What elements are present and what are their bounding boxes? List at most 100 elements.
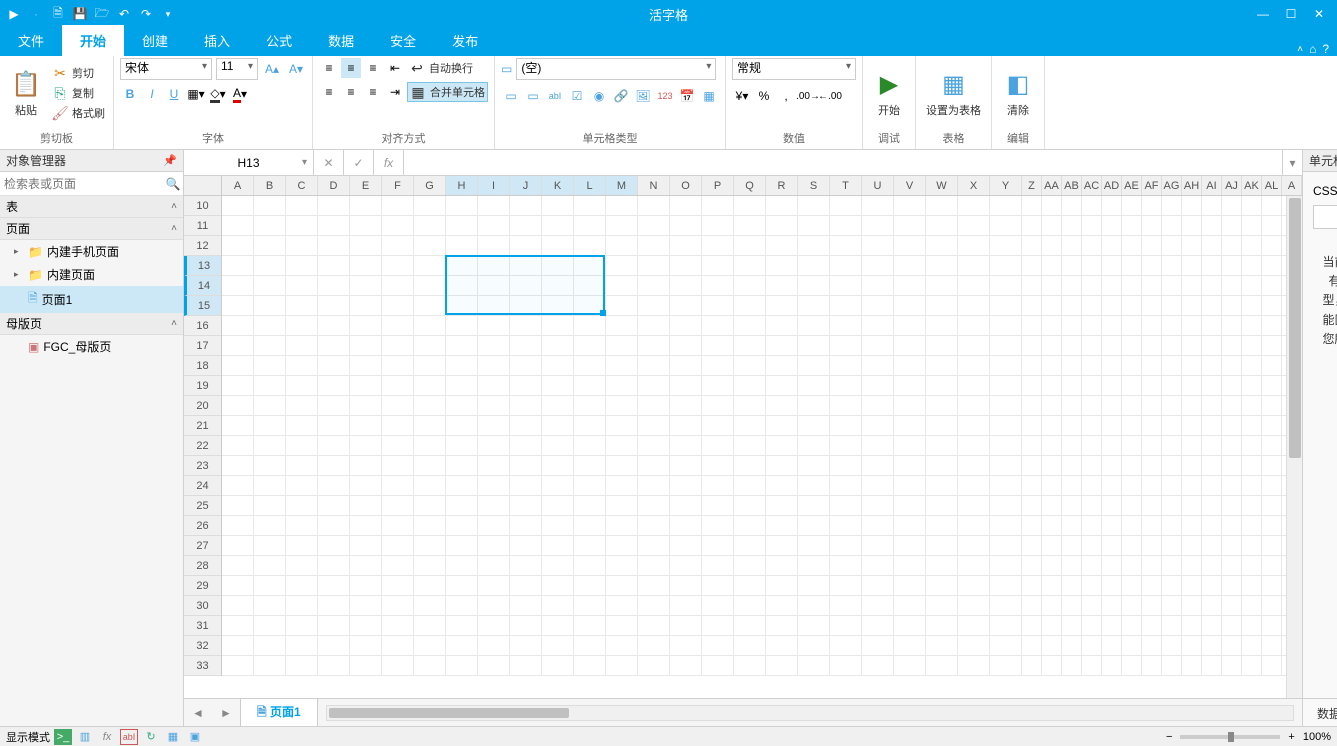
cell[interactable] [318,616,350,636]
cell[interactable] [1262,376,1282,396]
cell[interactable] [478,656,510,676]
currency-icon[interactable]: ¥▾ [732,86,752,106]
cell[interactable] [606,476,638,496]
cell[interactable] [798,476,830,496]
cell[interactable] [1122,456,1142,476]
cell[interactable] [1242,556,1262,576]
cell[interactable] [1082,296,1102,316]
cell[interactable] [1262,596,1282,616]
cell[interactable] [830,416,862,436]
cell[interactable] [414,456,446,476]
cell[interactable] [798,216,830,236]
cell[interactable] [446,256,478,276]
cell[interactable] [1122,276,1142,296]
cell[interactable] [1222,616,1242,636]
cell[interactable] [1122,236,1142,256]
cell[interactable] [1162,536,1182,556]
cell[interactable] [638,516,670,536]
cell[interactable] [350,256,382,276]
cell[interactable] [1122,596,1142,616]
cell[interactable] [830,256,862,276]
cell[interactable] [1022,476,1042,496]
pages-section[interactable]: 页面˄ [0,218,183,240]
cell[interactable] [1242,296,1262,316]
cell[interactable] [1162,236,1182,256]
start-button[interactable]: ▶ 开始 [869,66,909,120]
cell[interactable] [638,336,670,356]
cell[interactable] [222,356,254,376]
cell[interactable] [926,516,958,536]
font-color-button[interactable]: A▾ [230,84,250,104]
cell[interactable] [1222,576,1242,596]
cell[interactable] [350,456,382,476]
horizontal-scrollbar[interactable] [326,705,1294,721]
cell[interactable] [254,616,286,636]
cell[interactable] [990,196,1022,216]
select-all-corner[interactable] [184,176,222,196]
cell[interactable] [830,456,862,476]
row-header[interactable]: 26 [184,516,221,536]
cell[interactable] [830,576,862,596]
cell[interactable] [1222,236,1242,256]
cell[interactable] [254,576,286,596]
cell[interactable] [894,316,926,336]
cell[interactable] [1022,256,1042,276]
cell[interactable] [574,616,606,636]
cell[interactable] [414,236,446,256]
cell[interactable] [350,216,382,236]
cell[interactable] [926,616,958,636]
col-header[interactable]: I [478,176,510,195]
cell[interactable] [254,336,286,356]
cell[interactable] [414,556,446,576]
cell[interactable] [734,296,766,316]
cell[interactable] [1202,536,1222,556]
cell[interactable] [446,456,478,476]
cell[interactable] [446,316,478,336]
cell[interactable] [510,496,542,516]
cell[interactable] [958,356,990,376]
cell[interactable] [574,276,606,296]
cell[interactable] [1222,356,1242,376]
cell[interactable] [798,496,830,516]
cell[interactable] [222,636,254,656]
cell[interactable] [830,596,862,616]
cell[interactable] [286,516,318,536]
cell[interactable] [1102,536,1122,556]
cell[interactable] [1202,376,1222,396]
cell[interactable] [1102,276,1122,296]
cell[interactable] [1222,216,1242,236]
col-header[interactable]: D [318,176,350,195]
cell[interactable] [990,216,1022,236]
row-header[interactable]: 15 [184,296,221,316]
cell[interactable] [254,396,286,416]
cell[interactable] [478,596,510,616]
cell[interactable] [286,376,318,396]
cell[interactable] [1222,416,1242,436]
cell[interactable] [1262,536,1282,556]
cell[interactable] [990,656,1022,676]
cell[interactable] [830,216,862,236]
col-header[interactable]: AL [1262,176,1282,195]
cell[interactable] [1222,516,1242,536]
sb-layout-icon[interactable]: ▣ [186,729,204,745]
fill-color-button[interactable]: ◇▾ [208,84,228,104]
cell[interactable] [606,656,638,676]
cell[interactable] [926,556,958,576]
cell[interactable] [574,316,606,336]
cell[interactable] [286,656,318,676]
cell[interactable] [478,276,510,296]
cell[interactable] [1202,236,1222,256]
cell[interactable] [446,416,478,436]
cell[interactable] [1242,236,1262,256]
cell[interactable] [542,336,574,356]
cell[interactable] [446,376,478,396]
cell[interactable] [1182,436,1202,456]
cell[interactable] [670,316,702,336]
cell[interactable] [318,356,350,376]
cell[interactable] [702,356,734,376]
cell[interactable] [254,256,286,276]
cell[interactable] [606,376,638,396]
cell[interactable] [318,296,350,316]
cell[interactable] [766,296,798,316]
cell[interactable] [638,436,670,456]
